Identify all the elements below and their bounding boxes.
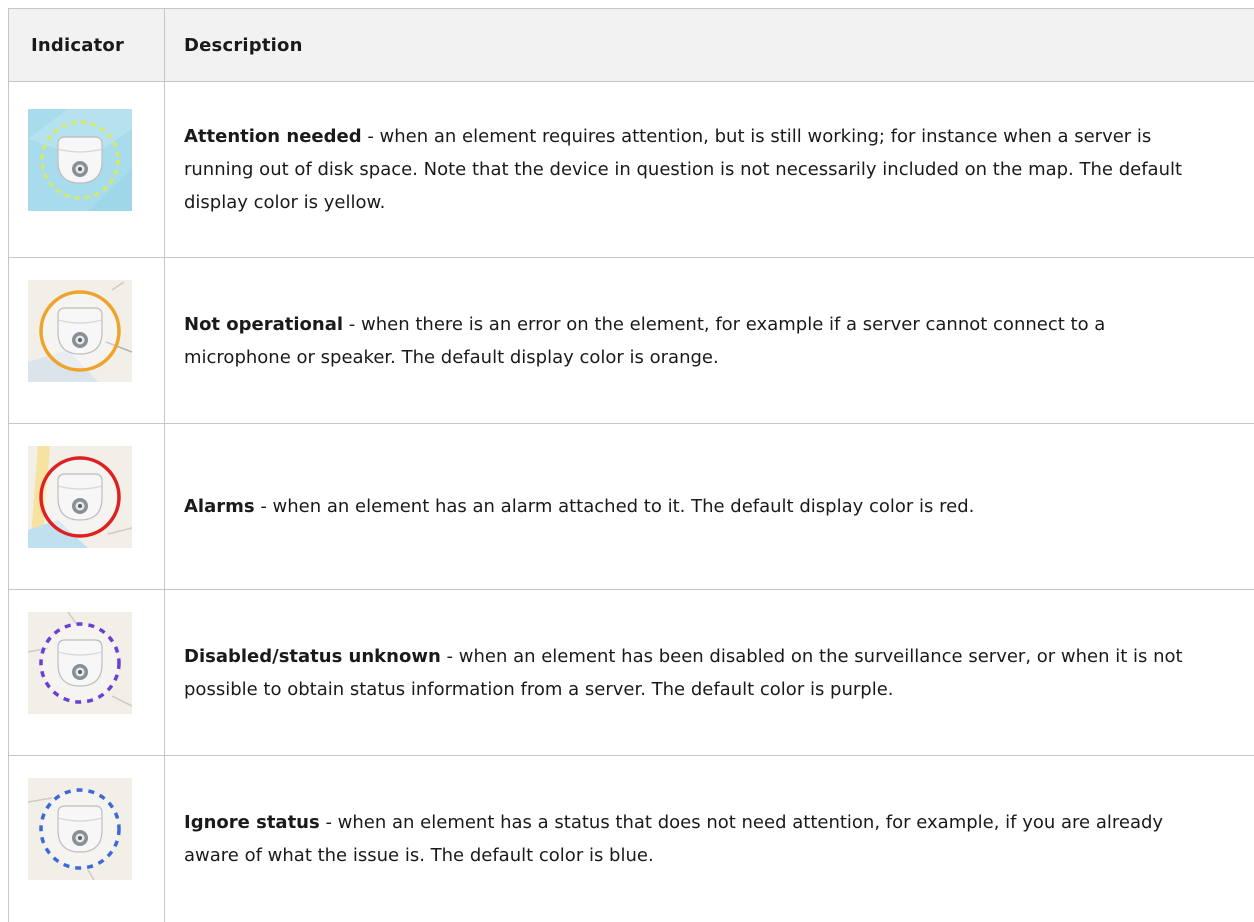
description-cell: Alarms - when an element has an alarm at… (165, 424, 1254, 590)
table-row: Alarms - when an element has an alarm at… (9, 424, 1254, 590)
camera-attention-yellow-icon (28, 109, 132, 211)
camera-disabled-purple-icon (28, 612, 132, 714)
table-row: Ignore status - when an element has a st… (9, 756, 1254, 922)
description-text: Ignore status - when an element has a st… (184, 806, 1215, 872)
description-cell: Ignore status - when an element has a st… (165, 756, 1254, 922)
indicator-title: Not operational (184, 314, 343, 335)
table-header-row: Indicator Description (9, 9, 1254, 82)
indicator-title: Attention needed (184, 126, 362, 147)
description-cell: Not operational - when there is an error… (165, 258, 1254, 424)
description-cell: Disabled/status unknown - when an elemen… (165, 590, 1254, 756)
camera-not-operational-orange-icon (28, 280, 132, 382)
description-text: Attention needed - when an element requi… (184, 120, 1214, 219)
indicator-title: Disabled/status unknown (184, 646, 441, 667)
table-row: Disabled/status unknown - when an elemen… (9, 590, 1254, 756)
table-row: Not operational - when there is an error… (9, 258, 1254, 424)
indicator-title: Ignore status (184, 812, 320, 833)
description-text: Alarms - when an element has an alarm at… (184, 490, 1214, 523)
indicator-table: Indicator Description (8, 8, 1254, 922)
description-text: Not operational - when there is an error… (184, 308, 1214, 374)
indicator-column-header: Indicator (9, 9, 165, 82)
description-column-header: Description (165, 9, 1254, 82)
camera-alarm-red-icon (28, 446, 132, 548)
indicator-title: Alarms (184, 496, 255, 517)
description-cell: Attention needed - when an element requi… (165, 82, 1254, 258)
camera-ignore-blue-icon (28, 778, 132, 880)
description-text: Disabled/status unknown - when an elemen… (184, 640, 1214, 706)
table-row: Attention needed - when an element requi… (9, 82, 1254, 258)
